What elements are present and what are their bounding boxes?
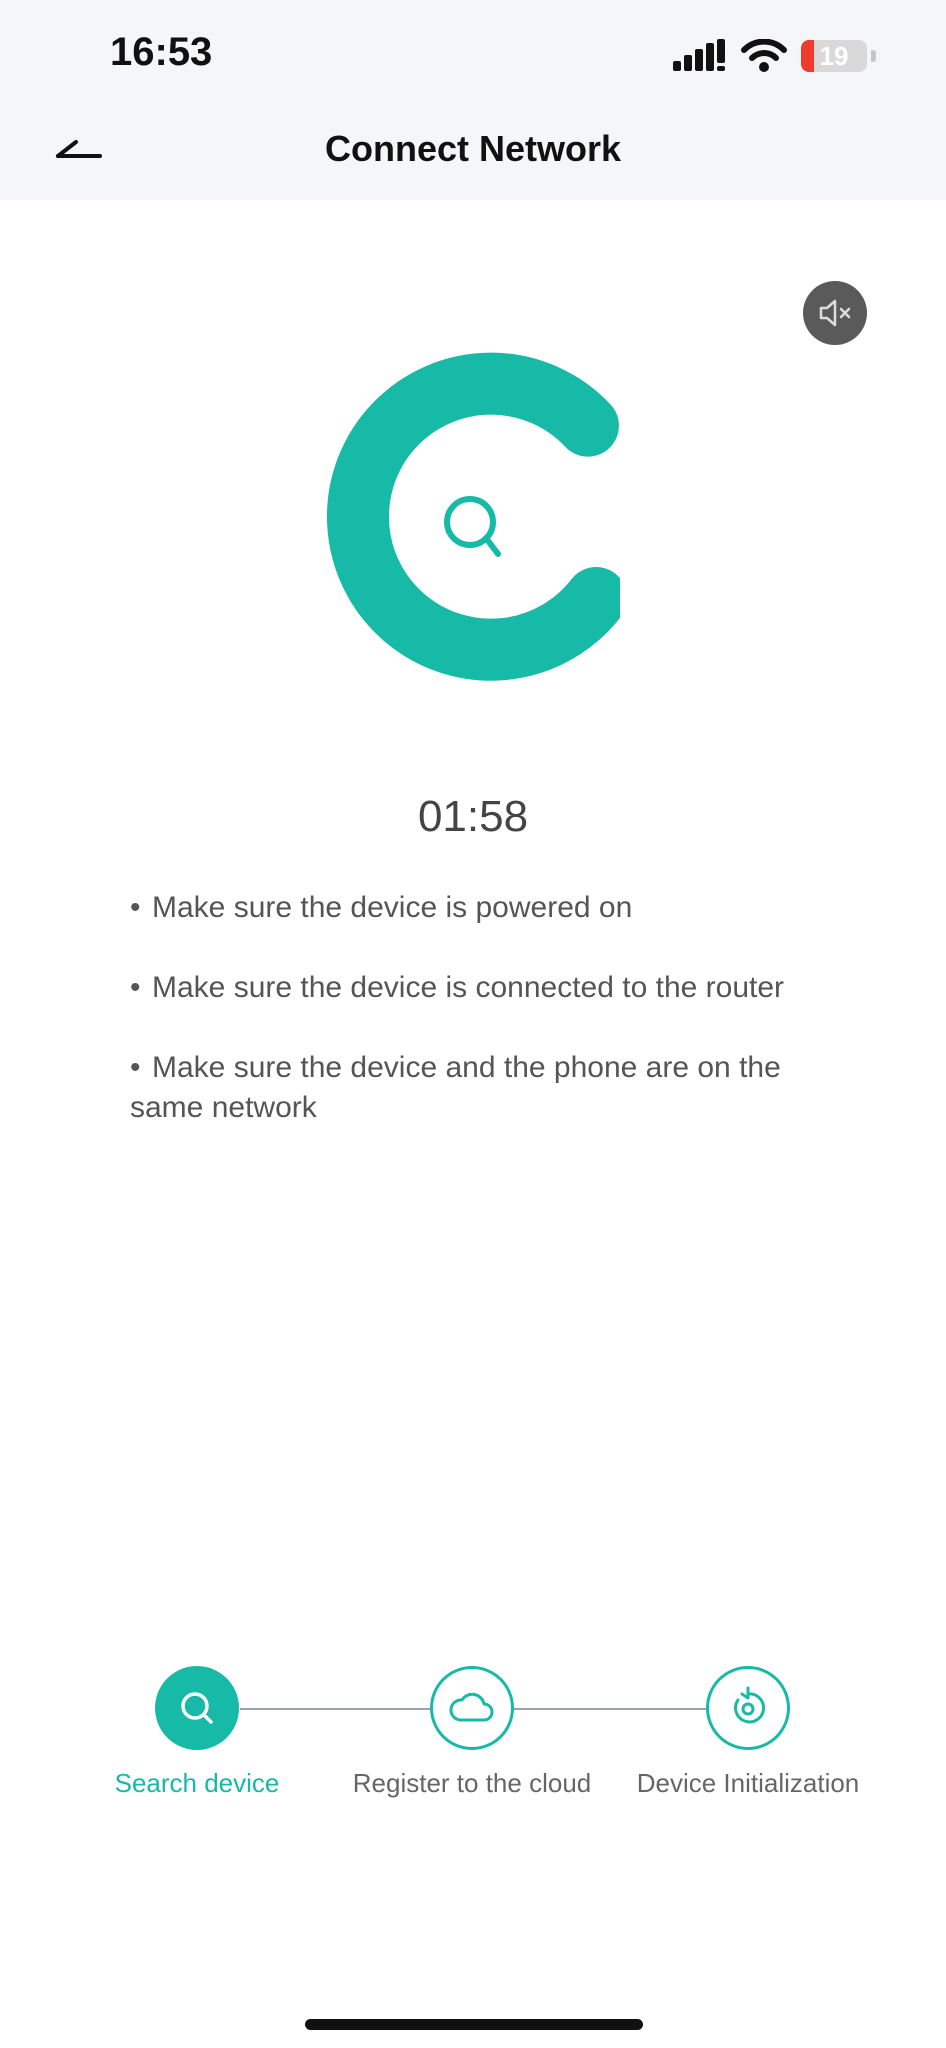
cellular-signal-icon	[673, 39, 725, 71]
step-connector	[514, 1708, 706, 1710]
step-device-initialization	[706, 1666, 790, 1750]
countdown-timer: 01:58	[417, 792, 529, 841]
tip-bullet: •	[130, 971, 141, 1004]
status-time: 16:53	[110, 30, 213, 74]
battery-nub	[871, 50, 876, 62]
wifi-icon	[741, 39, 787, 72]
tip-item: • Make sure the device is connected to th…	[130, 968, 830, 1008]
mute-button[interactable]	[803, 281, 867, 345]
step-search-device	[155, 1666, 239, 1750]
cloud-icon	[449, 1692, 494, 1722]
tip-bullet: •	[130, 1051, 141, 1084]
home-indicator	[305, 2019, 643, 2030]
step-label-register-cloud: Register to the cloud	[352, 1768, 592, 1798]
battery-indicator: 19	[801, 40, 867, 72]
tips-list: • Make sure the device is powered on • Mak…	[130, 888, 830, 1168]
search-icon	[181, 1692, 213, 1724]
search-icon	[444, 496, 501, 557]
tip-item: • Make sure the device is powered on	[130, 888, 830, 928]
speaker-muted-icon	[819, 299, 851, 327]
refresh-icon	[734, 1686, 766, 1724]
header: 16:53 19 Connect Network	[0, 0, 946, 200]
tip-text: Make sure the device is powered on	[152, 891, 633, 924]
step-connector	[240, 1708, 430, 1710]
tip-bullet: •	[130, 891, 141, 924]
progress-steps: Search device Register to the cloud Devi…	[0, 1660, 946, 1810]
tip-item: • Make sure the device and the phone are …	[130, 1048, 830, 1128]
status-indicators: 19	[673, 36, 876, 76]
step-label-device-initialization: Device Initialization	[636, 1768, 860, 1798]
tip-text: Make sure the device is connected to the…	[152, 971, 785, 1004]
searching-spinner	[327, 352, 620, 681]
step-register-cloud	[430, 1666, 514, 1750]
step-label-search-device: Search device	[114, 1768, 280, 1798]
page-title: Connect Network	[324, 128, 622, 169]
progress-ring	[327, 352, 620, 681]
tip-text: Make sure the device and the phone are o…	[130, 1051, 781, 1124]
battery-level-text: 19	[819, 40, 849, 71]
